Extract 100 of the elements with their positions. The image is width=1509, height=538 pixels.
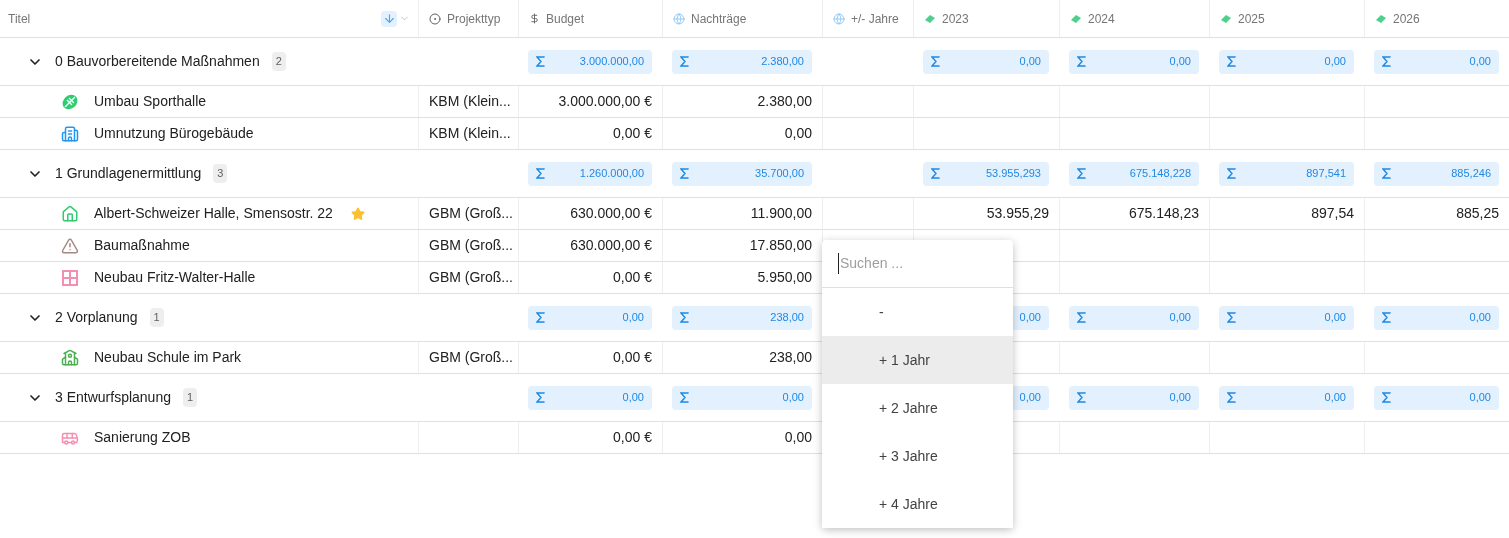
table-cell-text: 3.000.000,00 € xyxy=(558,92,652,111)
sum-value: 0,00 xyxy=(1019,54,1041,70)
sum-value: 1.260.000,00 xyxy=(579,166,644,182)
table-cell-text: 238,00 xyxy=(769,348,812,367)
banknote-icon xyxy=(1220,12,1232,25)
project-title: Umnutzung Bürogebäude xyxy=(94,124,254,143)
sigma-icon xyxy=(536,312,545,323)
table-cell-text: 0,00 xyxy=(784,428,812,447)
sum-value: 0,00 xyxy=(1169,390,1191,406)
sigma-icon xyxy=(680,168,689,179)
column-header[interactable]: 2023 xyxy=(913,0,1059,37)
table-cell-text: 630.000,00 € xyxy=(570,236,652,255)
sigma-icon xyxy=(931,168,940,179)
group-title: 1 Grundlagenermittlung xyxy=(55,164,202,183)
sum-value: 35.700,00 xyxy=(755,166,804,182)
sigma-icon xyxy=(1077,312,1086,323)
table-cell-text: 2.380,00 xyxy=(757,92,812,111)
column-header[interactable]: Budget xyxy=(518,0,662,37)
column-header[interactable]: 2025 xyxy=(1209,0,1364,37)
sum-value: 2.380,00 xyxy=(761,54,804,70)
sum-value: 53.955,293 xyxy=(985,166,1041,182)
banknote-icon xyxy=(1070,12,1082,25)
table-cell-text: GBM (Groß... xyxy=(429,268,513,287)
table-cell-text: 0,00 xyxy=(784,124,812,143)
table-cell-text: 17.850,00 xyxy=(749,236,812,255)
sigma-icon xyxy=(1227,168,1236,179)
table-cell-text: KBM (Klein... xyxy=(429,92,511,111)
sum-value: 3.000.000,00 xyxy=(579,54,644,70)
sum-value: 0,00 xyxy=(1169,54,1191,70)
sigma-icon xyxy=(536,168,545,179)
project-title: Sanierung ZOB xyxy=(94,428,191,447)
sum-value: 0,00 xyxy=(1019,390,1041,406)
dropdown-option[interactable]: - xyxy=(822,288,1013,336)
sum-value: 238,00 xyxy=(770,310,804,326)
table-cell-text: 53.955,29 xyxy=(986,204,1049,223)
column-header[interactable]: 2026 xyxy=(1364,0,1509,37)
dropdown-option[interactable]: + 3 Jahre xyxy=(822,432,1013,480)
project-title: Baumaßnahme xyxy=(94,236,190,255)
table-cell-text: 0,00 € xyxy=(613,124,652,143)
dropdown-option[interactable]: + 2 Jahre xyxy=(822,384,1013,432)
sum-value: 0,00 xyxy=(1324,310,1346,326)
sigma-icon xyxy=(1227,312,1236,323)
column-header[interactable]: 2024 xyxy=(1059,0,1209,37)
table-cell-text: KBM (Klein... xyxy=(429,124,511,143)
count-badge: 1 xyxy=(182,388,198,407)
sigma-icon xyxy=(1227,392,1236,403)
sigma-icon xyxy=(1382,392,1391,403)
sort-button[interactable] xyxy=(381,10,397,27)
sigma-icon xyxy=(1227,56,1236,67)
table-cell-text: 630.000,00 € xyxy=(570,204,652,223)
globe-icon xyxy=(833,12,845,25)
table-cell-text: 5.950,00 xyxy=(757,268,812,287)
search-field[interactable]: Suchen ... xyxy=(838,253,997,274)
table-cell-text: 897,54 xyxy=(1311,204,1354,223)
banknote-icon xyxy=(1375,12,1387,25)
sigma-icon xyxy=(536,56,545,67)
sigma-icon xyxy=(931,56,940,67)
column-header[interactable]: +/- Jahre xyxy=(822,0,913,37)
sum-value: 0,00 xyxy=(782,390,804,406)
table-cell-text: 0,00 € xyxy=(613,348,652,367)
arrow-down-icon xyxy=(382,12,396,25)
project-title: Neubau Schule im Park xyxy=(94,348,242,367)
sigma-icon xyxy=(680,392,689,403)
sum-value: 885,246 xyxy=(1451,166,1491,182)
sigma-icon xyxy=(536,392,545,403)
sum-value: 0,00 xyxy=(1469,54,1491,70)
project-title: Albert-Schweizer Halle, Smensostr. 22 xyxy=(94,204,333,223)
table-cell-text: GBM (Groß... xyxy=(429,236,513,255)
dropdown-option[interactable]: + 4 Jahre xyxy=(822,480,1013,528)
table-cell-text: GBM (Groß... xyxy=(429,348,513,367)
table-cell-text: GBM (Groß... xyxy=(429,204,513,223)
project-title: Umbau Sporthalle xyxy=(94,92,207,111)
sigma-icon xyxy=(1382,312,1391,323)
banknote-icon xyxy=(924,12,936,25)
count-badge: 1 xyxy=(149,308,164,327)
sum-value: 0,00 xyxy=(1469,390,1491,406)
sigma-icon xyxy=(1077,168,1086,179)
column-header[interactable]: Titel xyxy=(0,0,418,37)
radio-icon xyxy=(429,12,441,25)
sum-value: 675.148,228 xyxy=(1129,166,1191,182)
sigma-icon xyxy=(1077,392,1086,403)
sigma-icon xyxy=(1382,168,1391,179)
sigma-icon xyxy=(680,312,689,323)
table-cell-text: 885,25 xyxy=(1456,204,1499,223)
sum-value: 0,00 xyxy=(1324,390,1346,406)
globe-icon xyxy=(673,12,685,25)
sum-value: 0,00 xyxy=(622,390,644,406)
count-badge: 3 xyxy=(213,164,228,183)
table-cell-text: 675.148,23 xyxy=(1128,204,1199,223)
column-header[interactable]: Projekttyp xyxy=(418,0,518,37)
sum-value: 897,541 xyxy=(1306,166,1346,182)
sigma-icon xyxy=(1077,56,1086,67)
sum-value: 0,00 xyxy=(622,310,644,326)
sigma-icon xyxy=(680,56,689,67)
column-header[interactable]: Nachträge xyxy=(662,0,822,37)
dropdown-option[interactable]: + 1 Jahr xyxy=(822,336,1013,384)
sigma-icon xyxy=(1382,56,1391,67)
group-title: 0 Bauvorbereitende Maßnahmen xyxy=(55,52,260,71)
dollar-icon xyxy=(529,13,540,24)
sum-value: 0,00 xyxy=(1469,310,1491,326)
